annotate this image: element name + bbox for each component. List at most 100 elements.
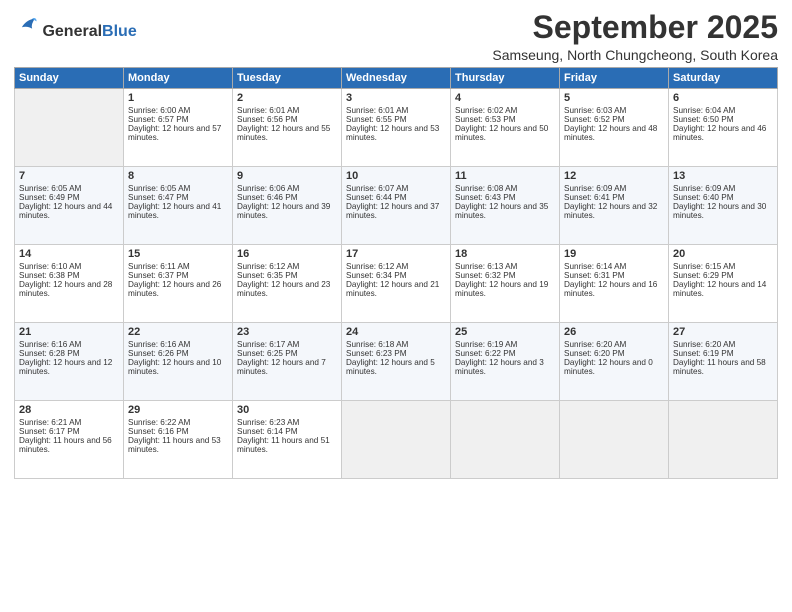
sunrise-text: Sunrise: 6:23 AM — [237, 418, 337, 427]
calendar-cell: 29Sunrise: 6:22 AMSunset: 6:16 PMDayligh… — [124, 401, 233, 479]
daylight-text: Daylight: 12 hours and 16 minutes. — [564, 280, 664, 298]
daylight-text: Daylight: 12 hours and 57 minutes. — [128, 124, 228, 142]
sunset-text: Sunset: 6:56 PM — [237, 115, 337, 124]
daylight-text: Daylight: 12 hours and 44 minutes. — [19, 202, 119, 220]
calendar-cell: 3Sunrise: 6:01 AMSunset: 6:55 PMDaylight… — [342, 89, 451, 167]
sunrise-text: Sunrise: 6:20 AM — [564, 340, 664, 349]
daylight-text: Daylight: 12 hours and 35 minutes. — [455, 202, 555, 220]
sunset-text: Sunset: 6:55 PM — [346, 115, 446, 124]
sunset-text: Sunset: 6:52 PM — [564, 115, 664, 124]
daylight-text: Daylight: 12 hours and 23 minutes. — [237, 280, 337, 298]
daylight-text: Daylight: 12 hours and 7 minutes. — [237, 358, 337, 376]
weekday-header-friday: Friday — [560, 68, 669, 89]
calendar-cell — [560, 401, 669, 479]
sunrise-text: Sunrise: 6:05 AM — [128, 184, 228, 193]
calendar-week-row: 14 Sunrise: 6:10 AMSunset: 6:38 PM Dayligh… — [15, 245, 778, 323]
calendar-cell: 25Sunrise: 6:19 AMSunset: 6:22 PMDayligh… — [451, 323, 560, 401]
sunset-text: Sunset: 6:38 PM — [19, 271, 119, 280]
day-number: 14 — [19, 248, 119, 260]
sunrise-text: Sunrise: 6:00 AM — [128, 106, 228, 115]
sunrise-text: Sunrise: 6:20 AM — [673, 340, 773, 349]
weekday-header-sunday: Sunday — [15, 68, 124, 89]
day-number: 11 — [455, 170, 555, 182]
day-number: 30 — [237, 404, 337, 416]
calendar-cell: 14Sunrise: 6:10 AMSunset: 6:38 PMDayligh… — [15, 245, 124, 323]
logo-text: GeneralBlue — [14, 14, 137, 41]
day-number: 22 — [128, 326, 228, 338]
daylight-text: Daylight: 12 hours and 14 minutes. — [673, 280, 773, 298]
sunset-text: Sunset: 6:40 PM — [673, 193, 773, 202]
sunset-text: Sunset: 6:25 PM — [237, 349, 337, 358]
calendar-cell — [669, 401, 778, 479]
daylight-text: Daylight: 12 hours and 26 minutes. — [128, 280, 228, 298]
daylight-text: Daylight: 12 hours and 3 minutes. — [455, 358, 555, 376]
sunset-text: Sunset: 6:57 PM — [128, 115, 228, 124]
daylight-text: Daylight: 12 hours and 32 minutes. — [564, 202, 664, 220]
daylight-text: Daylight: 12 hours and 19 minutes. — [455, 280, 555, 298]
calendar-cell: 19 Sunrise: 6:14 AMSunset: 6:31 PMDayligh… — [560, 245, 669, 323]
calendar-cell: 22Sunrise: 6:16 AMSunset: 6:26 PMDayligh… — [124, 323, 233, 401]
calendar-cell: 18Sunrise: 6:13 AMSunset: 6:32 PMDayligh… — [451, 245, 560, 323]
sunrise-text: Sunrise: 6:17 AM — [237, 340, 337, 349]
sunrise-text: Sunrise: 6:09 AM — [673, 184, 773, 193]
header: GeneralBlue September 2025 Samseung, Nor… — [14, 10, 778, 63]
sunrise-text: Sunrise: 6:22 AM — [128, 418, 228, 427]
sunrise-text: Sunrise: 6:01 AM — [237, 106, 337, 115]
sunrise-text: Sunrise: 6:18 AM — [346, 340, 446, 349]
calendar-cell: 27Sunrise: 6:20 AMSunset: 6:19 PMDayligh… — [669, 323, 778, 401]
calendar-cell: 30Sunrise: 6:23 AMSunset: 6:14 PMDayligh… — [233, 401, 342, 479]
daylight-text: Daylight: 12 hours and 5 minutes. — [346, 358, 446, 376]
day-number: 15 — [128, 248, 228, 260]
daylight-text: Daylight: 12 hours and 10 minutes. — [128, 358, 228, 376]
daylight-text: Daylight: 11 hours and 56 minutes. — [19, 436, 119, 454]
sunrise-text: Sunrise: 6:12 AM — [237, 262, 337, 271]
calendar-cell: 15Sunrise: 6:11 AMSunset: 6:37 PMDayligh… — [124, 245, 233, 323]
sunset-text: Sunset: 6:41 PM — [564, 193, 664, 202]
daylight-text: Daylight: 12 hours and 37 minutes. — [346, 202, 446, 220]
day-number: 21 — [19, 326, 119, 338]
day-number: 2 — [237, 92, 337, 104]
calendar-table: SundayMondayTuesdayWednesdayThursdayFrid… — [14, 67, 778, 479]
day-number: 26 — [564, 326, 664, 338]
calendar-cell: 11Sunrise: 6:08 AMSunset: 6:43 PMDayligh… — [451, 167, 560, 245]
daylight-text: Daylight: 12 hours and 46 minutes. — [673, 124, 773, 142]
sunrise-text: Sunrise: 6:13 AM — [455, 262, 555, 271]
title-area: September 2025 Samseung, North Chungcheo… — [492, 10, 778, 63]
sunset-text: Sunset: 6:43 PM — [455, 193, 555, 202]
day-number: 28 — [19, 404, 119, 416]
day-number: 13 — [673, 170, 773, 182]
day-number: 19 — [564, 248, 664, 260]
sunrise-text: Sunrise: 6:14 AM — [564, 262, 664, 271]
calendar-week-row: 28Sunrise: 6:21 AMSunset: 6:17 PMDayligh… — [15, 401, 778, 479]
day-number: 9 — [237, 170, 337, 182]
calendar-cell: 1Sunrise: 6:00 AMSunset: 6:57 PMDaylight… — [124, 89, 233, 167]
sunset-text: Sunset: 6:16 PM — [128, 427, 228, 436]
daylight-text: Daylight: 11 hours and 51 minutes. — [237, 436, 337, 454]
day-number: 25 — [455, 326, 555, 338]
calendar-cell: 17Sunrise: 6:12 AMSunset: 6:34 PMDayligh… — [342, 245, 451, 323]
calendar-cell: 21Sunrise: 6:16 AMSunset: 6:28 PMDayligh… — [15, 323, 124, 401]
daylight-text: Daylight: 11 hours and 58 minutes. — [673, 358, 773, 376]
sunset-text: Sunset: 6:44 PM — [346, 193, 446, 202]
sunset-text: Sunset: 6:23 PM — [346, 349, 446, 358]
sunrise-text: Sunrise: 6:01 AM — [346, 106, 446, 115]
calendar-cell: 8Sunrise: 6:05 AMSunset: 6:47 PMDaylight… — [124, 167, 233, 245]
sunset-text: Sunset: 6:22 PM — [455, 349, 555, 358]
calendar-cell: 7Sunrise: 6:05 AMSunset: 6:49 PMDaylight… — [15, 167, 124, 245]
day-number: 7 — [19, 170, 119, 182]
day-number: 17 — [346, 248, 446, 260]
calendar-week-row: 21Sunrise: 6:16 AMSunset: 6:28 PMDayligh… — [15, 323, 778, 401]
sunrise-text: Sunrise: 6:04 AM — [673, 106, 773, 115]
calendar-week-row: 1Sunrise: 6:00 AMSunset: 6:57 PMDaylight… — [15, 89, 778, 167]
logo-blue: Blue — [102, 23, 137, 40]
calendar-cell: 6Sunrise: 6:04 AMSunset: 6:50 PMDaylight… — [669, 89, 778, 167]
sunrise-text: Sunrise: 6:10 AM — [19, 262, 119, 271]
calendar-week-row: 7Sunrise: 6:05 AMSunset: 6:49 PMDaylight… — [15, 167, 778, 245]
sunset-text: Sunset: 6:35 PM — [237, 271, 337, 280]
sunrise-text: Sunrise: 6:07 AM — [346, 184, 446, 193]
sunrise-text: Sunrise: 6:06 AM — [237, 184, 337, 193]
sunrise-text: Sunrise: 6:03 AM — [564, 106, 664, 115]
sunset-text: Sunset: 6:31 PM — [564, 271, 664, 280]
sunrise-text: Sunrise: 6:02 AM — [455, 106, 555, 115]
sunrise-text: Sunrise: 6:16 AM — [19, 340, 119, 349]
